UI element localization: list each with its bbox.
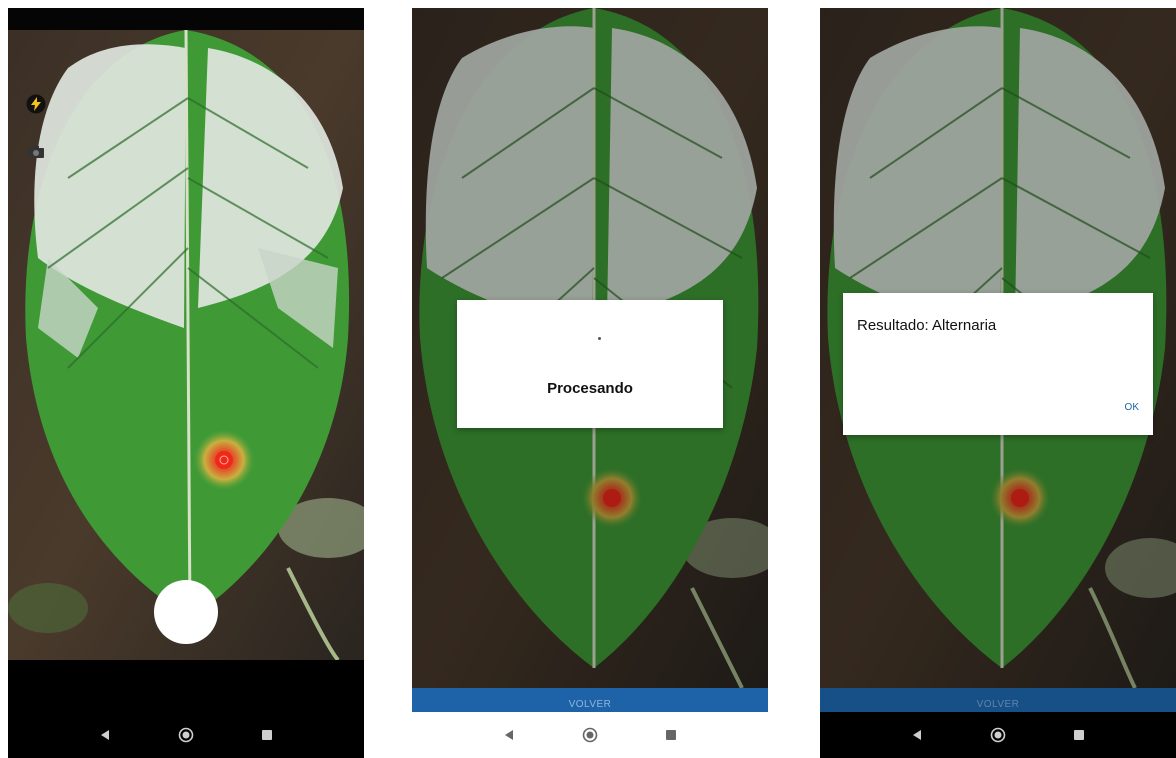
camera-screen [8,8,364,758]
result-label: Resultado: Alternaria [857,317,997,334]
square-recents-icon[interactable] [662,726,680,744]
navigation-bar [8,660,364,758]
lightning-bolt-icon[interactable] [26,94,46,114]
square-recents-icon[interactable] [1070,726,1088,744]
result-screen: Resultado: Alternaria OK VOLVER [820,8,1176,758]
navigation-bar [412,712,768,758]
progress-indicator [598,337,601,340]
circle-home-icon[interactable] [989,726,1007,744]
processing-screen: Procesando VOLVER [412,8,768,758]
processing-label: Procesando [547,380,633,397]
triangle-back-icon[interactable] [908,726,926,744]
shutter-button[interactable] [154,580,218,644]
ok-button[interactable]: OK [1125,402,1139,413]
triangle-back-icon[interactable] [500,726,518,744]
square-recents-icon[interactable] [258,726,276,744]
camera-switch-icon[interactable] [26,142,46,162]
processing-dialog: Procesando [457,300,723,428]
status-bar [8,8,364,30]
result-dialog: Resultado: Alternaria OK [843,293,1153,435]
triangle-back-icon[interactable] [96,726,114,744]
navigation-bar [820,712,1176,758]
circle-home-icon[interactable] [581,726,599,744]
camera-preview [8,8,364,660]
circle-home-icon[interactable] [177,726,195,744]
